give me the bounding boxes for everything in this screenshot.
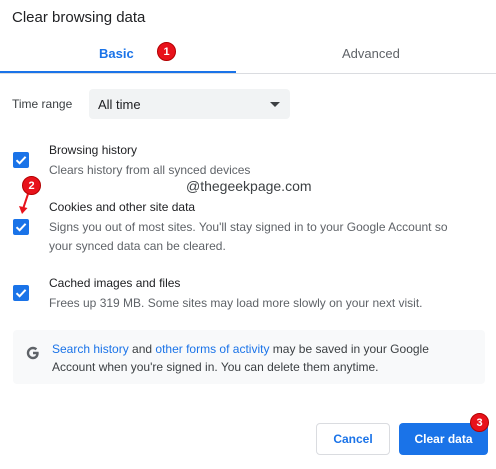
search-history-link[interactable]: Search history <box>52 342 129 356</box>
cancel-button[interactable]: Cancel <box>316 423 390 455</box>
cookies-description-line2: your synced data can be cleared. <box>49 239 226 253</box>
browsing-history-checkbox[interactable] <box>13 152 29 168</box>
checkmark-icon <box>15 156 27 165</box>
cookies-checkbox[interactable] <box>13 219 29 235</box>
browsing-history-title: Browsing history <box>49 143 138 157</box>
tab-basic[interactable]: Basic <box>99 46 134 61</box>
time-range-value: All time <box>98 97 141 112</box>
other-activity-link[interactable]: other forms of activity <box>155 342 269 356</box>
tab-advanced[interactable]: Advanced <box>342 46 400 61</box>
browsing-history-description: Clears history from all synced devices <box>49 163 251 177</box>
checkmark-icon <box>15 289 27 298</box>
dialog-title: Clear browsing data <box>12 9 146 26</box>
info-box: Search history and other forms of activi… <box>13 330 485 384</box>
annotation-marker-3: 3 <box>470 413 489 432</box>
watermark: @thegeekpage.com <box>186 178 312 194</box>
info-text: Search history and other forms of activi… <box>52 340 472 376</box>
annotation-arrow-icon <box>19 193 29 214</box>
cached-images-checkbox[interactable] <box>13 285 29 301</box>
cached-images-description: Frees up 319 MB. Some sites may load mor… <box>49 296 423 310</box>
clear-browsing-data-dialog: Clear browsing data Basic Advanced 1 Tim… <box>0 0 496 469</box>
google-g-icon <box>26 346 39 360</box>
cached-images-title: Cached images and files <box>49 276 181 290</box>
info-text-part1: and <box>128 342 156 356</box>
checkmark-icon <box>15 223 27 232</box>
dropdown-caret-icon <box>270 102 280 107</box>
time-range-label: Time range <box>12 97 73 111</box>
tab-divider <box>0 73 496 74</box>
annotation-marker-1: 1 <box>157 42 176 61</box>
cookies-title: Cookies and other site data <box>49 200 196 214</box>
time-range-select[interactable]: All time <box>89 89 290 119</box>
cookies-description-line1: Signs you out of most sites. You'll stay… <box>49 220 448 234</box>
